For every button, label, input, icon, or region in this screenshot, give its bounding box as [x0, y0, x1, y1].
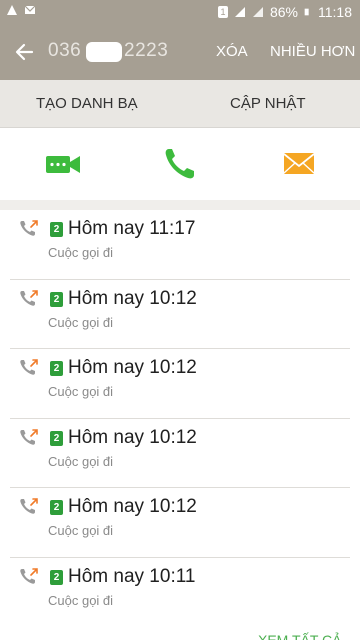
status-right-icons: 1 86% 11:18 — [217, 4, 352, 20]
section-divider — [0, 200, 360, 210]
sim-1-icon: 1 — [217, 6, 228, 18]
call-time: Hôm nay 10:12 — [68, 496, 197, 518]
call-type: Cuộc gọi đi — [48, 384, 114, 400]
sim-badge: 2 — [50, 569, 63, 585]
quick-actions — [0, 128, 360, 200]
call-log-item[interactable]: 2 Hôm nay 10:12 Cuộc gọi đi — [0, 488, 360, 558]
phone-number-prefix: 036 — [48, 40, 82, 61]
call-log-item[interactable]: 2 Hôm nay 10:12 Cuộc gọi đi — [0, 280, 360, 350]
call-type: Cuộc gọi đi — [48, 314, 114, 330]
call-time: Hôm nay 11:17 — [68, 218, 196, 239]
gmail-icon — [24, 5, 36, 14]
status-left-icons — [6, 4, 36, 16]
call-log-item[interactable]: 2 Hôm nay 10:12 Cuộc gọi đi — [0, 419, 360, 489]
video-call-icon[interactable] — [43, 146, 83, 182]
outgoing-call-icon — [20, 498, 38, 515]
call-time: Hôm nay 10:11 — [68, 565, 196, 587]
see-all-button[interactable]: XEM TẤT CẢ — [258, 632, 342, 640]
outgoing-call-icon — [20, 289, 38, 306]
signal-icon-2 — [252, 7, 263, 17]
more-button[interactable]: NHIỀU HƠN — [270, 43, 355, 60]
redaction-mark — [86, 42, 122, 62]
call-time: Hôm nay 10:12 — [68, 426, 197, 448]
create-contact-button[interactable]: TẠO DANH BẠ — [36, 95, 138, 112]
signal-icon-1 — [234, 7, 245, 17]
sim-badge: 2 — [50, 291, 63, 307]
battery-icon — [304, 8, 309, 16]
call-type: Cuộc gọi đi — [48, 245, 114, 260]
call-log-item[interactable]: 2 Hôm nay 10:12 Cuộc gọi đi — [0, 349, 360, 419]
arrow-left-icon[interactable] — [12, 38, 40, 66]
outgoing-call-icon — [20, 220, 38, 236]
sim-badge: 2 — [50, 361, 63, 377]
phone-call-icon[interactable] — [160, 146, 200, 182]
status-bar: 1 86% 11:18 — [0, 0, 360, 24]
outgoing-call-icon — [20, 428, 38, 445]
warning-icon — [7, 5, 17, 15]
call-time: Hôm nay 10:12 — [68, 287, 197, 309]
call-time: Hôm nay 10:12 — [68, 357, 197, 379]
outgoing-call-icon — [20, 359, 38, 375]
sim-badge: 2 — [50, 500, 63, 516]
delete-button[interactable]: XÓA — [216, 43, 248, 60]
call-log-item[interactable]: 2 Hôm nay 11:17 Cuộc gọi đi — [0, 210, 360, 280]
call-type: Cuộc gọi đi — [48, 523, 114, 539]
call-type: Cuộc gọi đi — [48, 592, 114, 608]
phone-number-suffix: 2223 — [124, 40, 169, 61]
call-history-list: 2 Hôm nay 11:17 Cuộc gọi đi 2 Hôm nay 10:12 C… — [0, 210, 360, 628]
battery-percentage: 86% — [269, 4, 298, 20]
app-bar: 036 2223 XÓA NHIỀU HƠN — [0, 24, 360, 80]
sim-badge: 2 — [50, 222, 63, 237]
update-contact-button[interactable]: CẬP NHẬT — [230, 95, 306, 112]
clock: 11:18 — [318, 4, 352, 20]
outgoing-call-icon — [20, 568, 38, 584]
envelope-icon[interactable] — [280, 146, 320, 182]
sim-badge: 2 — [50, 430, 63, 446]
call-type: Cuộc gọi đi — [48, 453, 114, 469]
call-log-item[interactable]: 2 Hôm nay 10:11 Cuộc gọi đi — [0, 558, 360, 628]
contact-options: TẠO DANH BẠ CẬP NHẬT — [0, 80, 360, 128]
